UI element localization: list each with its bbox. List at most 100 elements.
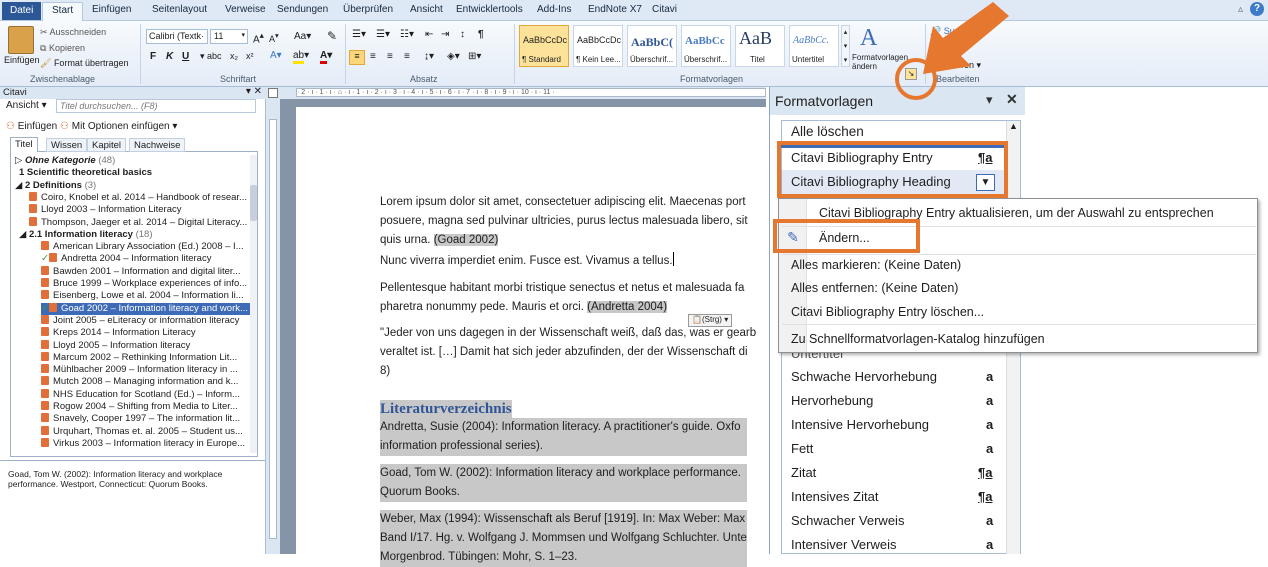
insert-button[interactable]: Einfügen: [18, 121, 57, 132]
decrease-indent-icon[interactable]: ⇤: [425, 29, 433, 40]
tree-reference[interactable]: Rogow 2004 – Shifting from Media to Lite…: [41, 401, 238, 413]
grow-font-icon[interactable]: A▴: [253, 30, 264, 45]
tab-citavi[interactable]: Citavi: [652, 4, 677, 15]
tree-reference[interactable]: Marcum 2002 – Rethinking Information Lit…: [41, 351, 237, 364]
font-color-icon[interactable]: A▾: [320, 50, 332, 64]
menu-item-select-all[interactable]: Alles markieren: (Keine Daten): [791, 258, 961, 272]
tree-reference[interactable]: Kreps 2014 – Information Literacy: [41, 327, 196, 339]
copy-button[interactable]: ⧉ Kopieren: [40, 43, 85, 54]
tree-reference[interactable]: Lloyd 2003 – Information Literacy: [29, 204, 181, 216]
citation-field[interactable]: (Goad 2002): [433, 234, 499, 246]
citation-field[interactable]: (Andretta 2004): [587, 301, 668, 313]
menu-item-update-style[interactable]: Citavi Bibliography Entry aktualisieren,…: [819, 206, 1214, 220]
change-styles-button[interactable]: Formatvorlagen ändern: [852, 53, 908, 71]
paste-icon[interactable]: [8, 26, 34, 54]
tab-titel[interactable]: Titel: [10, 137, 38, 152]
shrink-font-icon[interactable]: A▾: [269, 31, 279, 44]
style-item-intensive-hervorhebung[interactable]: Intensive Hervorhebung: [791, 417, 929, 432]
styles-gallery-scroll[interactable]: ▴ ▾ ▾: [841, 25, 850, 67]
close-icon[interactable]: ▾ ✕: [246, 86, 262, 97]
tab-datei[interactable]: Datei: [2, 2, 42, 20]
line-spacing-icon[interactable]: ↨▾: [424, 51, 434, 62]
style-heading-2[interactable]: AaBbCc Überschrif...: [681, 25, 731, 67]
highlight-icon[interactable]: ab▾: [293, 50, 309, 64]
tab-wissen[interactable]: Wissen: [46, 138, 88, 152]
tree-reference[interactable]: Urquhart, Thomas et. al. 2005 – Student …: [41, 425, 243, 438]
style-item-zitat[interactable]: Zitat: [791, 465, 816, 480]
style-item-fett[interactable]: Fett: [791, 441, 813, 456]
tree-category[interactable]: ◢ 2 Definitions (3): [15, 180, 96, 192]
tree-scrollbar[interactable]: [250, 155, 257, 453]
underline-icon[interactable]: U: [182, 51, 189, 62]
tab-add-ins[interactable]: Add-Ins: [537, 4, 571, 15]
tree-reference[interactable]: NHS Education for Scotland (Ed.) – Infor…: [41, 388, 240, 401]
justify-icon[interactable]: ≡: [404, 51, 410, 62]
clear-formatting-icon[interactable]: ✎: [327, 29, 337, 43]
numbering-icon[interactable]: ☰▾: [376, 29, 390, 40]
tab-nachweise[interactable]: Nachweise: [129, 138, 186, 152]
increase-indent-icon[interactable]: ⇥: [441, 29, 449, 40]
align-right-icon[interactable]: ≡: [387, 51, 393, 62]
citavi-search-input[interactable]: Titel durchsuchen... (F8): [56, 99, 256, 113]
show-marks-icon[interactable]: ¶: [478, 29, 484, 40]
clear-all-styles[interactable]: Alle löschen: [791, 124, 864, 139]
tree-reference[interactable]: ✓ Goad 2002 – Information literacy and wo…: [41, 302, 251, 315]
tab-entwicklertools[interactable]: Entwicklertools: [456, 4, 523, 15]
style-item-schwacher-verweis[interactable]: Schwacher Verweis: [791, 513, 904, 528]
scroll-up-icon[interactable]: ▲: [1009, 121, 1018, 131]
text-effects-icon[interactable]: A▾: [270, 50, 282, 61]
format-painter-button[interactable]: 🖌 Format übertragen: [40, 58, 128, 69]
tree-category[interactable]: ▷ Ohne Kategorie (48): [15, 155, 115, 167]
menu-item-remove-all[interactable]: Alles entfernen: (Keine Daten): [791, 281, 958, 295]
bibliography-heading[interactable]: Literaturverzeichnis: [380, 400, 512, 419]
tab-sendungen[interactable]: Sendungen: [277, 4, 328, 15]
strikethrough-icon[interactable]: ▾ abc: [200, 51, 222, 62]
tree-reference[interactable]: Mühlbacher 2009 – Information literacy i…: [41, 364, 238, 376]
tree-reference[interactable]: Bruce 1999 – Workplace experiences of in…: [41, 278, 247, 290]
help-icon[interactable]: ?: [1250, 2, 1264, 16]
tree-category[interactable]: 1 Scientific theoretical basics: [19, 167, 152, 179]
style-item-hervorhebung[interactable]: Hervorhebung: [791, 393, 873, 408]
tree-reference[interactable]: Thompson, Jaeger et al. 2014 – Digital L…: [29, 216, 247, 229]
tab-seitenlayout[interactable]: Seitenlayout: [152, 4, 207, 15]
align-left-icon[interactable]: ≡: [349, 50, 365, 65]
multilevel-list-icon[interactable]: ☷▾: [400, 29, 414, 40]
tab-start[interactable]: Start: [42, 2, 84, 22]
change-styles-icon[interactable]: A: [860, 25, 877, 52]
style-no-spacing[interactable]: AaBbCcDc ¶ Kein Lee...: [573, 25, 623, 67]
tree-reference[interactable]: ✓ Andretta 2004 – Information literacy: [41, 253, 211, 265]
tab-einfuegen[interactable]: Einfügen: [92, 4, 131, 15]
tree-reference[interactable]: Lloyd 2005 – Information literacy: [41, 339, 190, 352]
tree-reference[interactable]: Virkus 2003 – Information literacy in Eu…: [41, 437, 245, 450]
close-icon[interactable]: ✕: [1006, 91, 1018, 108]
shading-icon[interactable]: ◈▾: [447, 51, 460, 62]
tab-ueberpruefen[interactable]: Überprüfen: [343, 4, 393, 15]
pane-options-icon[interactable]: ▾: [986, 92, 993, 108]
tree-reference[interactable]: Mutch 2008 – Managing information and k.…: [41, 376, 238, 388]
paste-button[interactable]: Einfügen: [4, 55, 40, 65]
tab-ansicht[interactable]: Ansicht: [410, 4, 443, 15]
expand-arrow-icon[interactable]: ▷: [15, 155, 25, 166]
style-item-intensiver-verweis[interactable]: Intensiver Verweis: [791, 537, 897, 552]
borders-icon[interactable]: ⊞▾: [468, 51, 481, 62]
tree-scroll-thumb[interactable]: [250, 185, 257, 221]
style-heading-1[interactable]: AaBbC(Überschrif...: [627, 25, 677, 67]
font-name-select[interactable]: Calibri (Textk·: [146, 29, 208, 44]
style-title[interactable]: AaB Titel: [735, 25, 785, 67]
tree-reference[interactable]: Bawden 2001 – Information and digital li…: [41, 265, 240, 278]
menu-item-add-to-gallery[interactable]: Zu Schnellformatvorlagen-Katalog hinzufü…: [791, 332, 1045, 346]
subscript-icon[interactable]: x₂: [230, 51, 238, 61]
bold-icon[interactable]: F: [150, 51, 156, 62]
minimize-ribbon-icon[interactable]: ▵: [1238, 4, 1243, 15]
expand-arrow-icon[interactable]: ◢: [19, 229, 29, 240]
tab-verweise[interactable]: Verweise: [225, 4, 266, 15]
change-case-icon[interactable]: Aa▾: [294, 31, 311, 42]
sort-icon[interactable]: ↕: [460, 29, 465, 40]
italic-icon[interactable]: K: [166, 51, 173, 62]
tree-category[interactable]: ◢ 2.1 Information literacy (18): [19, 229, 153, 241]
style-standard[interactable]: AaBbCcDc ¶ Standard: [519, 25, 569, 67]
tab-kapitel[interactable]: Kapitel: [87, 138, 127, 152]
menu-item-delete-style[interactable]: Citavi Bibliography Entry löschen...: [791, 305, 984, 319]
font-size-select[interactable]: 11 ▾: [210, 29, 248, 44]
cut-button[interactable]: ✂ Ausschneiden: [40, 27, 106, 38]
